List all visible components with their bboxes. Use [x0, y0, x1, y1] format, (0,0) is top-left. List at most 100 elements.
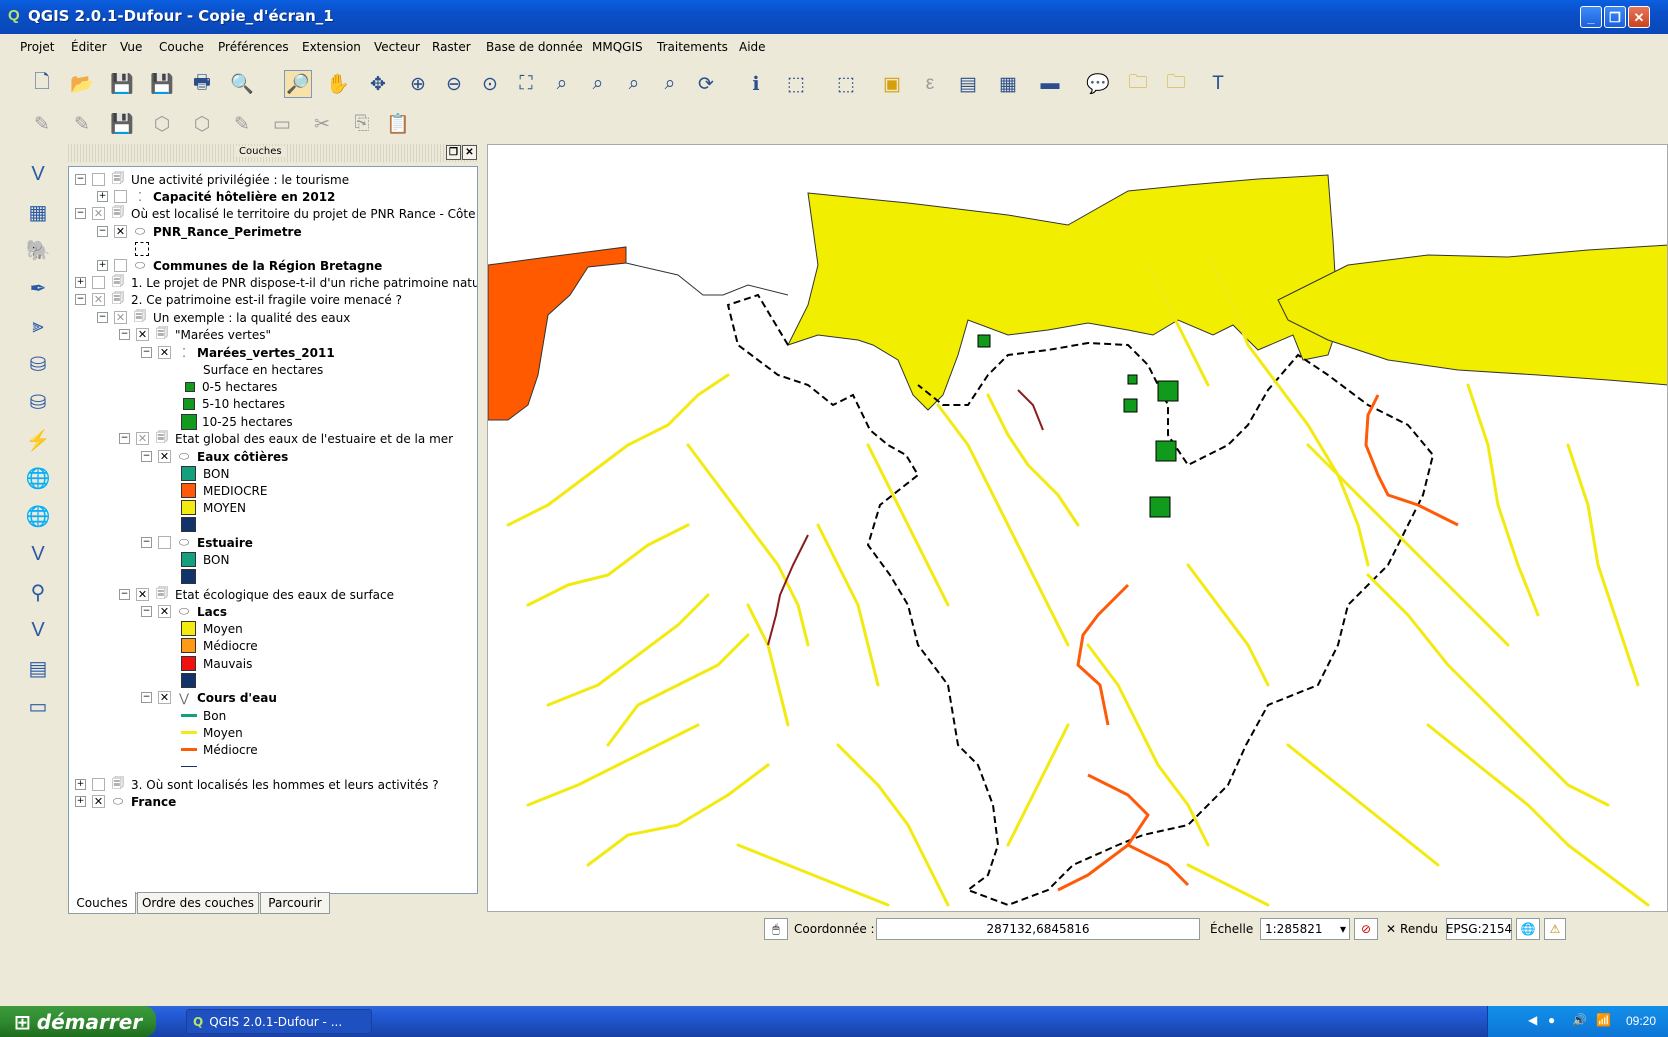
layer-group-row[interactable]: − 🗐 Une activité privilégiée : le tourisme [75, 171, 349, 188]
render-toggle[interactable]: ✕ Rendu [1382, 918, 1442, 940]
layer-checkbox[interactable]: ✕ [158, 450, 171, 463]
add-wcs-layer-icon[interactable]: 🌐 [22, 500, 54, 532]
menu-editer[interactable]: Éditer [71, 40, 107, 54]
layer-checkbox[interactable]: ✕ [158, 605, 171, 618]
add-raster-layer-icon[interactable]: ▦ [22, 196, 54, 228]
layer-row[interactable]: + ⬭ Communes de la Région Bretagne [97, 257, 382, 274]
collapse-icon[interactable]: − [119, 589, 130, 600]
layer-group-row[interactable]: − ✕ 🗐 Un exemple : la qualité des eaux [97, 309, 350, 326]
layer-group-row[interactable]: + 🗐 3. Où sont localisés les hommes et leu… [75, 776, 439, 793]
mouse-icon[interactable]: 🖱 [764, 918, 788, 940]
map-canvas[interactable] [487, 144, 1668, 912]
collapse-icon[interactable]: − [75, 294, 86, 305]
zoom-selection-icon[interactable]: ⌕ [584, 70, 612, 98]
add-gps-layer-icon[interactable]: ⚲ [22, 576, 54, 608]
add-delimited-text-icon[interactable]: ⚡ [22, 424, 54, 456]
layer-row[interactable]: − ✕ ⬭ PNR_Rance_Perimetre [97, 223, 302, 240]
expression-icon[interactable]: ε [916, 70, 944, 98]
statistics-icon[interactable]: ▦ [994, 70, 1022, 98]
layer-tree[interactable]: − 🗐 Une activité privilégiée : le tourisme… [68, 166, 478, 894]
zoom-layer-icon[interactable]: ⌕ [548, 70, 576, 98]
new-bookmark-icon[interactable]: 🗀 [1124, 70, 1152, 98]
layer-row[interactable]: − ✕ ⬭ Lacs [141, 603, 227, 620]
select-dropdown-icon[interactable]: ⬚ [832, 70, 860, 98]
close-panel-icon[interactable]: ✕ [462, 145, 477, 160]
layer-checkbox[interactable]: ✕ [136, 328, 149, 341]
move-feature-icon[interactable]: ⬡ [188, 110, 216, 138]
node-tool-icon[interactable]: ✎ [228, 110, 256, 138]
menu-base-de-donnee[interactable]: Base de donnée [486, 40, 583, 54]
composer-manager-icon[interactable]: 🔍 [228, 70, 256, 98]
print-composer-icon[interactable]: 🖶 [188, 70, 216, 98]
copy-icon[interactable]: ⎘ [348, 110, 376, 138]
tab-couches[interactable]: Couches [68, 892, 136, 914]
menu-aide[interactable]: Aide [739, 40, 766, 54]
zoom-native-icon[interactable]: ⊙ [476, 70, 504, 98]
cut-icon[interactable]: ✂ [308, 110, 336, 138]
delete-selected-icon[interactable]: ▭ [268, 110, 296, 138]
collapse-icon[interactable]: − [141, 606, 152, 617]
zoom-out-icon[interactable]: ⊖ [440, 70, 468, 98]
expand-icon[interactable]: + [75, 277, 86, 288]
layer-group-row[interactable]: − ✕ 🗐 Etat global des eaux de l'estuaire et… [119, 430, 453, 447]
collapse-icon[interactable]: − [75, 208, 86, 219]
collapse-icon[interactable]: − [97, 226, 108, 237]
pan-icon[interactable]: ✋ [324, 70, 352, 98]
layer-checkbox[interactable]: ✕ [92, 293, 105, 306]
save-as-icon[interactable]: 💾 [148, 70, 176, 98]
add-db2-layer-icon[interactable]: ⛁ [22, 386, 54, 418]
collapse-icon[interactable]: − [75, 174, 86, 185]
scale-field[interactable]: 1:285821 ▾ [1260, 918, 1350, 940]
refresh-icon[interactable]: ⟳ [692, 70, 720, 98]
expand-icon[interactable]: + [75, 796, 86, 807]
minimize-button[interactable]: _ [1580, 6, 1602, 28]
layer-checkbox[interactable]: ✕ [114, 225, 127, 238]
add-mssql-layer-icon[interactable]: ⫸ [22, 310, 54, 342]
collapse-icon[interactable]: − [141, 692, 152, 703]
menu-raster[interactable]: Raster [432, 40, 471, 54]
identify-icon[interactable]: ℹ [742, 70, 770, 98]
new-spatialite-icon[interactable]: ▤ [22, 652, 54, 684]
save-project-icon[interactable]: 💾 [108, 70, 136, 98]
zoom-next-icon[interactable]: ⌕ [656, 70, 684, 98]
expand-icon[interactable]: + [97, 191, 108, 202]
add-wfs-layer-icon[interactable]: V [22, 538, 54, 570]
close-button[interactable]: ✕ [1628, 6, 1650, 28]
layer-checkbox[interactable]: ✕ [158, 691, 171, 704]
menu-vue[interactable]: Vue [120, 40, 142, 54]
collapse-icon[interactable]: − [97, 312, 108, 323]
layer-group-row[interactable]: − ✕ 🗐 "Marées vertes" [119, 326, 271, 343]
annotation-icon[interactable]: 💬 [1084, 70, 1112, 98]
tray-volume-icon[interactable]: 🔊 [1572, 1013, 1587, 1027]
layer-row[interactable]: − ⬭ Estuaire [141, 534, 253, 551]
show-bookmarks-icon[interactable]: 🗀 [1162, 70, 1190, 98]
new-shapefile-icon[interactable]: V [22, 614, 54, 646]
crs-button[interactable]: EPSG:2154 [1446, 918, 1512, 940]
start-button[interactable]: ⊞ démarrer [0, 1006, 156, 1037]
menu-vecteur[interactable]: Vecteur [374, 40, 420, 54]
stop-render-icon[interactable]: ⊘ [1354, 918, 1378, 940]
collapse-icon[interactable]: − [141, 451, 152, 462]
open-project-icon[interactable]: 📂 [68, 70, 96, 98]
layer-checkbox[interactable] [92, 778, 105, 791]
layer-checkbox[interactable] [92, 276, 105, 289]
layer-checkbox[interactable] [114, 259, 127, 272]
zoom-full-icon[interactable]: ⛶ [512, 70, 540, 98]
layer-row[interactable]: − ✕ ⬭ Eaux côtières [141, 448, 288, 465]
render-checkbox[interactable]: ✕ [1386, 922, 1396, 936]
zoom-in-icon[interactable]: ⊕ [404, 70, 432, 98]
text-annotation-icon[interactable]: T [1204, 70, 1232, 98]
expand-icon[interactable]: + [75, 779, 86, 790]
menu-extension[interactable]: Extension [302, 40, 361, 54]
layer-checkbox[interactable] [158, 536, 171, 549]
add-wms-layer-icon[interactable]: 🌐 [22, 462, 54, 494]
float-panel-icon[interactable]: ❐ [446, 145, 461, 160]
collapse-icon[interactable]: − [141, 347, 152, 358]
maximize-button[interactable]: ❐ [1604, 6, 1626, 28]
taskbar-qgis-item[interactable]: Q QGIS 2.0.1-Dufour - ... [186, 1009, 372, 1034]
zoom-last-icon[interactable]: ⌕ [620, 70, 648, 98]
layer-row[interactable]: + ✕ ⬭ France [75, 793, 176, 810]
toggle-edit-icon[interactable]: ✎ [68, 110, 96, 138]
layer-checkbox[interactable]: ✕ [136, 588, 149, 601]
tab-parcourir[interactable]: Parcourir [260, 892, 330, 914]
